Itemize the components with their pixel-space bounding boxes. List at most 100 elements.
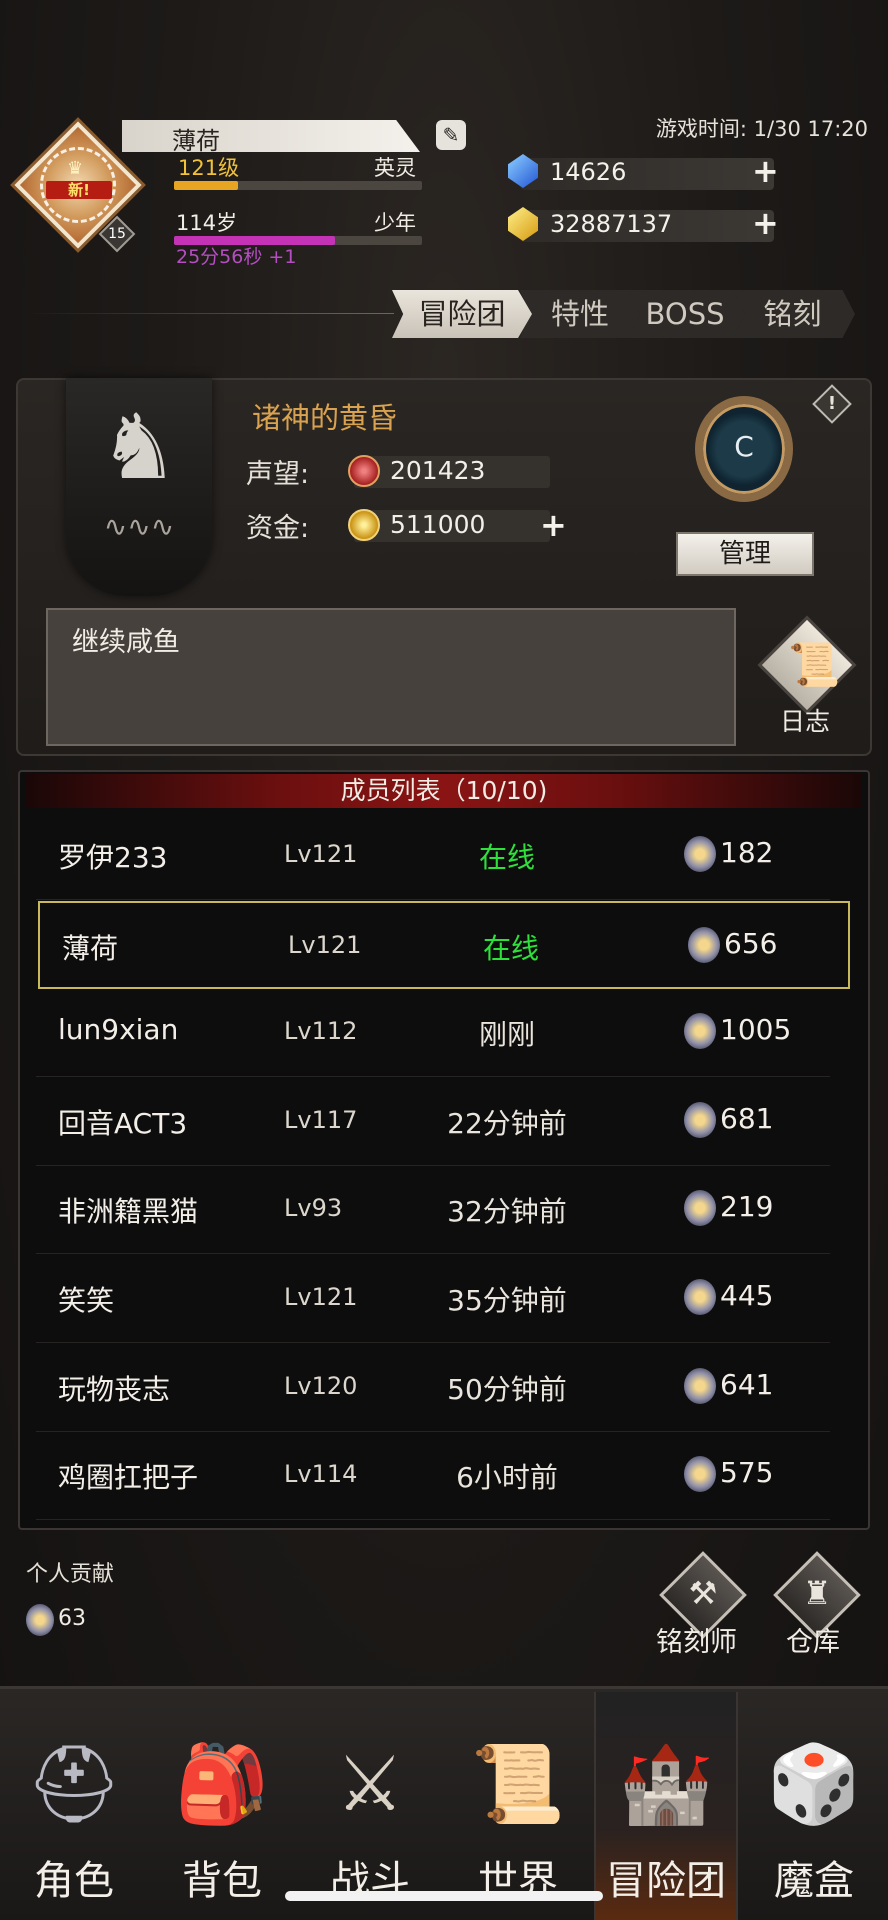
- medal-icon: [684, 1279, 716, 1315]
- member-level: Lv121: [284, 1283, 358, 1311]
- nav-backpack-label: 背包: [182, 1858, 262, 1904]
- log-label: 日志: [780, 707, 831, 736]
- member-status: 刚刚: [478, 1018, 535, 1052]
- member-name: 回音ACT3: [58, 1106, 188, 1140]
- name-plate: [122, 120, 420, 152]
- tab-traits[interactable]: 特性: [520, 290, 640, 338]
- tab-boss[interactable]: BOSS: [625, 290, 745, 338]
- member-name: 罗伊233: [58, 841, 168, 874]
- member-level: Lv112: [284, 1017, 358, 1046]
- member-row[interactable]: lun9xian Lv112 刚刚 1005: [36, 989, 830, 1078]
- member-row[interactable]: 回音ACT3 Lv117 22分钟前 681: [36, 1078, 830, 1166]
- member-row[interactable]: 笑笑 Lv121 35分钟前 445: [36, 1255, 830, 1343]
- member-contribution: 656: [724, 926, 778, 960]
- backpack-icon: 🎒: [174, 1739, 270, 1828]
- player-level: 121级: [178, 156, 240, 180]
- guild-notice-text: 继续咸鱼: [72, 627, 180, 658]
- age-timer: 25分56秒 +1: [176, 246, 297, 268]
- member-status: 35分钟前: [447, 1284, 567, 1317]
- nav-backpack[interactable]: 🎒 背包: [148, 1720, 296, 1910]
- member-status: 32分钟前: [447, 1195, 567, 1229]
- storage-label: 仓库: [786, 1627, 840, 1658]
- medal-icon: [684, 1013, 716, 1050]
- member-name: 笑笑: [58, 1284, 115, 1317]
- member-contribution: 445: [720, 1279, 774, 1312]
- member-contribution: 182: [720, 836, 774, 869]
- member-status: 50分钟前: [447, 1372, 567, 1406]
- prestige-label: 声望:: [246, 459, 310, 490]
- add-funds-button[interactable]: +: [540, 509, 567, 541]
- scroll-quill-icon: 📜: [788, 640, 841, 689]
- prestige-coin-icon: [348, 455, 380, 487]
- medal-icon: [684, 1456, 716, 1493]
- member-row[interactable]: 薄荷 Lv121 在线 656: [38, 900, 850, 989]
- member-level: Lv93: [284, 1194, 343, 1223]
- funds-value: 511000: [390, 510, 486, 539]
- add-gold-button[interactable]: +: [752, 207, 779, 239]
- medal-icon: [684, 836, 716, 872]
- contribution-value: 63: [58, 1606, 86, 1631]
- tab-divider: [24, 313, 394, 314]
- member-name: 鸡圈扛把子: [58, 1461, 199, 1495]
- nav-world[interactable]: 📜 世界: [444, 1720, 592, 1910]
- magic-box-icon: 🎲: [766, 1739, 862, 1828]
- medal-icon: [684, 1101, 716, 1138]
- member-level: Lv121: [288, 930, 362, 959]
- level-progress-fill: [174, 181, 239, 190]
- member-name: 玩物丧志: [58, 1372, 171, 1406]
- castle-icon: 🏰: [618, 1739, 714, 1828]
- helmet-icon: ⛑: [25, 1739, 123, 1828]
- age-stage: 少年: [374, 211, 416, 235]
- member-status: 22分钟前: [447, 1106, 567, 1140]
- member-name: 非洲籍黑猫: [58, 1195, 199, 1229]
- member-status: 在线: [478, 841, 535, 874]
- medal-icon: [684, 1190, 716, 1227]
- member-status: 6小时前: [456, 1461, 558, 1495]
- funds-coin-icon: [348, 509, 380, 541]
- medal-icon: [688, 926, 720, 963]
- exclamation-icon: !: [827, 393, 837, 414]
- member-contribution: 219: [720, 1190, 774, 1224]
- contribution-label: 个人贡献: [26, 1562, 115, 1587]
- nav-character[interactable]: ⛑ 角色: [0, 1720, 148, 1910]
- member-row[interactable]: 罗伊233 Lv121 在线 182: [36, 812, 830, 900]
- beast-emblem-icon: ♞: [98, 395, 180, 500]
- game-time: 游戏时间: 1/30 17:20: [655, 117, 868, 141]
- badge-level: 15: [108, 226, 126, 242]
- member-row[interactable]: 玩物丧志 Lv120 50分钟前 641: [36, 1344, 830, 1432]
- member-status: 在线: [482, 931, 539, 965]
- nav-adventure-group[interactable]: 🏰 冒险团: [592, 1720, 740, 1910]
- member-name: lun9xian: [58, 1013, 179, 1047]
- gem-amount: 14626: [550, 158, 627, 186]
- guild-rank-letter: C: [734, 430, 754, 463]
- funds-label: 资金:: [246, 513, 310, 544]
- nav-magic-box-label: 魔盒: [774, 1858, 854, 1904]
- member-row[interactable]: 鸡圈扛把子 Lv114 6小时前 575: [36, 1432, 830, 1521]
- member-level: Lv121: [284, 840, 358, 868]
- member-contribution: 641: [720, 1367, 774, 1401]
- member-row[interactable]: 非洲籍黑猫 Lv93 32分钟前 219: [36, 1166, 830, 1255]
- nav-battle[interactable]: ⚔ 战斗: [296, 1720, 444, 1910]
- edit-icon: ✎: [442, 123, 460, 147]
- nav-character-label: 角色: [34, 1858, 114, 1904]
- player-name: 薄荷: [172, 127, 220, 155]
- manage-button[interactable]: 管理: [676, 532, 814, 576]
- medal-icon: [26, 1604, 54, 1636]
- gold-amount: 32887137: [550, 210, 673, 238]
- nav-adventure-group-label: 冒险团: [606, 1858, 726, 1904]
- member-level: Lv117: [284, 1105, 358, 1134]
- nav-magic-box[interactable]: 🎲 魔盒: [740, 1720, 888, 1910]
- medal-icon: [684, 1367, 716, 1404]
- new-badge: 新!: [46, 181, 112, 199]
- guild-name: 诸神的黄昏: [252, 401, 398, 435]
- engraver-label: 铭刻师: [656, 1627, 737, 1658]
- member-level: Lv114: [284, 1460, 358, 1489]
- home-indicator[interactable]: [285, 1891, 603, 1901]
- edit-name-button[interactable]: ✎: [436, 120, 466, 150]
- sword-shield-icon: ⚔: [335, 1739, 405, 1828]
- tab-inscribe[interactable]: 铭刻: [730, 290, 855, 338]
- member-list-title: 成员列表（10/10): [26, 774, 862, 808]
- level-progress-bar: [174, 181, 422, 190]
- add-gem-button[interactable]: +: [752, 155, 779, 187]
- tab-adventure-group[interactable]: 冒险团: [392, 290, 532, 338]
